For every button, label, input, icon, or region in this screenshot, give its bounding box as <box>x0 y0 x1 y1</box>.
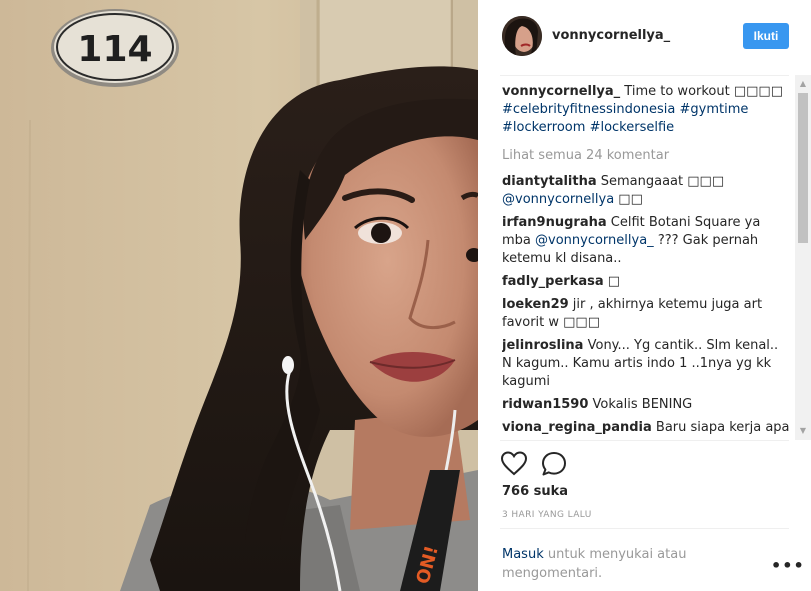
comment-username[interactable]: irfan9nugraha <box>502 215 607 230</box>
comment-text: □ <box>603 274 621 289</box>
scroll-down-arrow-icon[interactable]: ▼ <box>795 424 811 438</box>
comment-username[interactable]: jelinroslina <box>502 338 583 353</box>
login-prompt: Masuk untuk menyukai atau mengomentari. <box>502 545 722 583</box>
room-number: 114 <box>77 29 152 70</box>
divider <box>500 75 789 76</box>
comment-text-end: □□ <box>614 192 643 207</box>
post-timestamp[interactable]: 3 HARI YANG LALU <box>502 510 592 520</box>
post-photo: 114 ON! <box>0 0 478 591</box>
hashtag[interactable]: #lockerroom <box>502 120 585 135</box>
comments-scrollbar[interactable]: ▲ ▼ <box>795 75 811 440</box>
comments-list[interactable]: vonnycornellya_ Time to workout □□□□ #ce… <box>502 83 792 440</box>
likes-count[interactable]: 766 suka <box>502 484 568 499</box>
avatar[interactable] <box>502 16 542 56</box>
follow-button[interactable]: Ikuti <box>743 23 789 49</box>
login-link[interactable]: Masuk <box>502 547 544 562</box>
view-all-comments-link[interactable]: Lihat semua 24 komentar <box>502 147 792 165</box>
comment-item: loeken29 jir , akhirnya ketemu juga art … <box>502 296 792 332</box>
comment-text: Semangaaat □□□ <box>596 174 725 189</box>
post-author-username[interactable]: vonnycornellya_ <box>552 28 670 43</box>
divider <box>500 528 789 529</box>
post-details-panel: vonnycornellya_ Ikuti vonnycornellya_ Ti… <box>478 0 811 591</box>
hashtag[interactable]: #lockerselfie <box>590 120 675 135</box>
divider <box>500 440 789 441</box>
comment-username[interactable]: fadly_perkasa <box>502 274 604 289</box>
caption-username[interactable]: vonnycornellya_ <box>502 84 620 99</box>
hashtag[interactable]: #celebrityfitnessindonesia <box>502 102 675 117</box>
comment-item: jelinroslina Vony... Yg cantik.. Slm ken… <box>502 337 792 391</box>
caption-text: Time to workout <box>620 84 734 99</box>
comment-item: irfan9nugraha Celfit Botani Square ya mb… <box>502 214 792 268</box>
comment-text: Baru siapa kerja apa <box>651 420 790 435</box>
comment-item: fadly_perkasa □ <box>502 273 792 291</box>
post-header: vonnycornellya_ Ikuti <box>478 0 811 75</box>
comment-mention[interactable]: @vonnycornellya <box>502 192 614 207</box>
comment-bubble-icon[interactable] <box>540 450 568 478</box>
comment-item: ridwan1590 Vokalis BENING <box>502 396 792 414</box>
comment-text: Vokalis BENING <box>588 397 693 412</box>
comment-username[interactable]: viona_regina_pandia <box>502 420 652 435</box>
post-actions <box>500 450 600 478</box>
heart-icon[interactable] <box>500 450 528 478</box>
comment-item: diantytalitha Semangaaat □□□ @vonnycorne… <box>502 173 792 209</box>
comment-username[interactable]: loeken29 <box>502 297 569 312</box>
more-options-icon[interactable]: ••• <box>771 558 804 575</box>
comment-mention[interactable]: @vonnycornellya_ <box>535 233 654 248</box>
caption: vonnycornellya_ Time to workout □□□□ #ce… <box>502 83 792 137</box>
hashtag[interactable]: #gymtime <box>680 102 749 117</box>
comment-item: viona_regina_pandia Baru siapa kerja apa <box>502 419 792 437</box>
scrollbar-thumb[interactable] <box>798 93 808 243</box>
room-number-plaque: 114 <box>51 9 179 87</box>
comment-username[interactable]: diantytalitha <box>502 174 597 189</box>
scroll-up-arrow-icon[interactable]: ▲ <box>795 77 811 91</box>
comment-username[interactable]: ridwan1590 <box>502 397 588 412</box>
caption-emoji: □□□□ <box>733 84 783 99</box>
